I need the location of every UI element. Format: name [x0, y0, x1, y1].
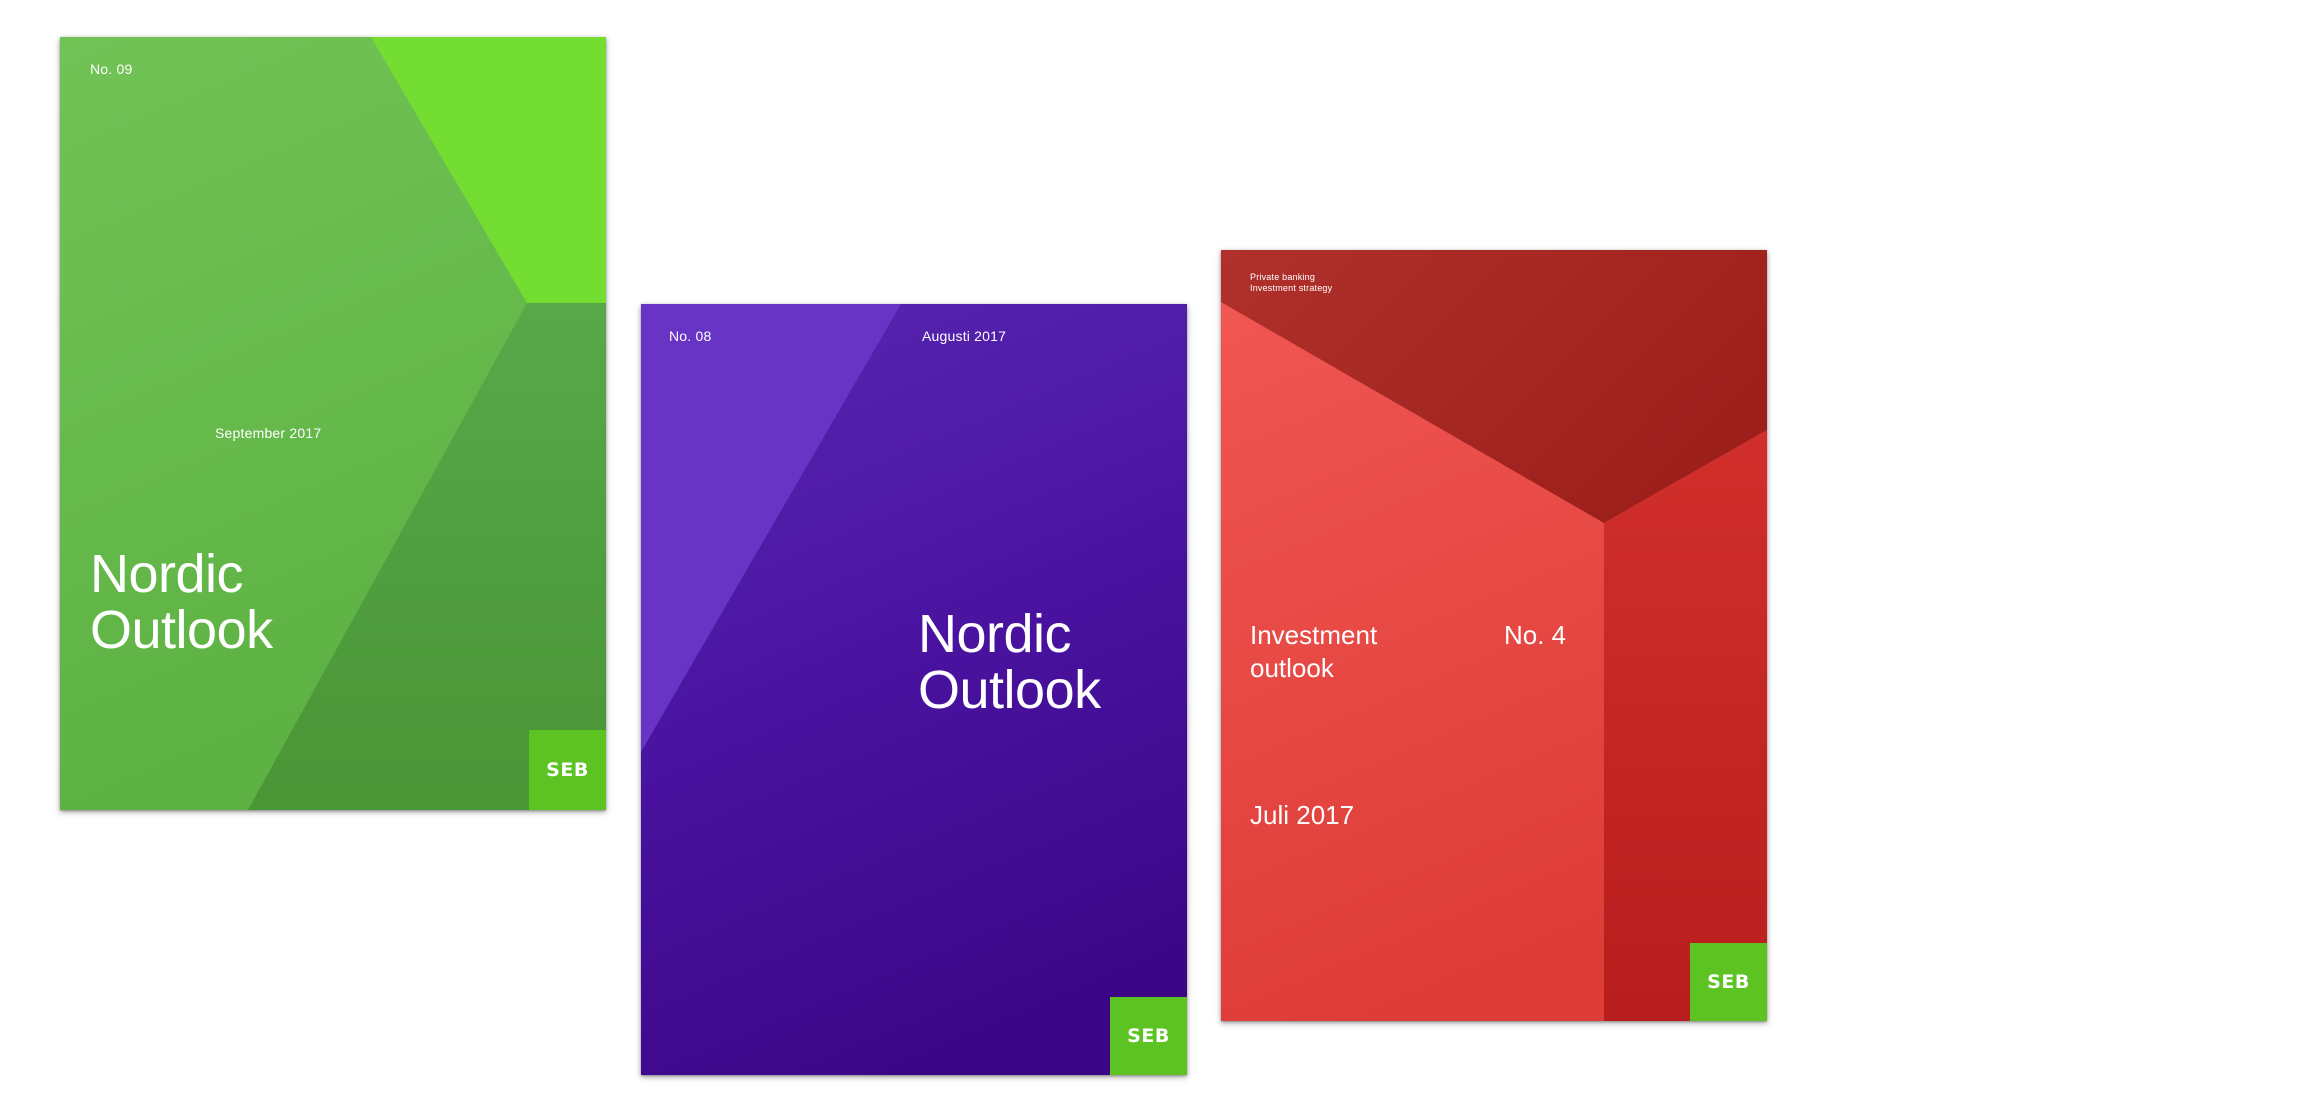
brochure-showcase: No. 09 September 2017 Nordic Outlook SEB… [0, 0, 2310, 1109]
issue-date: Augusti 2017 [922, 328, 1007, 344]
seb-logo-text: SEB [1707, 971, 1750, 993]
seb-logo: SEB [1110, 997, 1187, 1075]
cover-nordic-outlook-september: No. 09 September 2017 Nordic Outlook SEB [60, 37, 606, 810]
cover-title-line2: Outlook [90, 600, 273, 660]
cover-title-line2: Outlook [918, 660, 1101, 720]
seb-logo-text: SEB [1127, 1025, 1170, 1047]
issue-number: No. 4 [1504, 620, 1567, 650]
issue-date: September 2017 [215, 425, 322, 441]
cover-investment-outlook-juli: Private banking Investment strategy Inve… [1221, 250, 1767, 1021]
cover-title-line1: Investment [1250, 620, 1378, 650]
cover-background [641, 304, 1187, 1075]
seb-logo: SEB [1690, 943, 1767, 1021]
header-line2: Investment strategy [1250, 283, 1333, 293]
issue-date: Juli 2017 [1250, 800, 1355, 830]
cover-title-line1: Nordic [90, 544, 244, 604]
header-line1: Private banking [1250, 272, 1316, 282]
cover-title-line2: outlook [1250, 653, 1334, 683]
cover-title-line1: Nordic [918, 604, 1072, 664]
cover-nordic-outlook-augusti: No. 08 Augusti 2017 Nordic Outlook SEB [641, 304, 1187, 1075]
seb-logo-text: SEB [546, 759, 589, 781]
issue-number: No. 08 [669, 328, 712, 344]
seb-logo: SEB [529, 730, 606, 810]
issue-number: No. 09 [90, 61, 133, 77]
cover-background [60, 37, 606, 810]
